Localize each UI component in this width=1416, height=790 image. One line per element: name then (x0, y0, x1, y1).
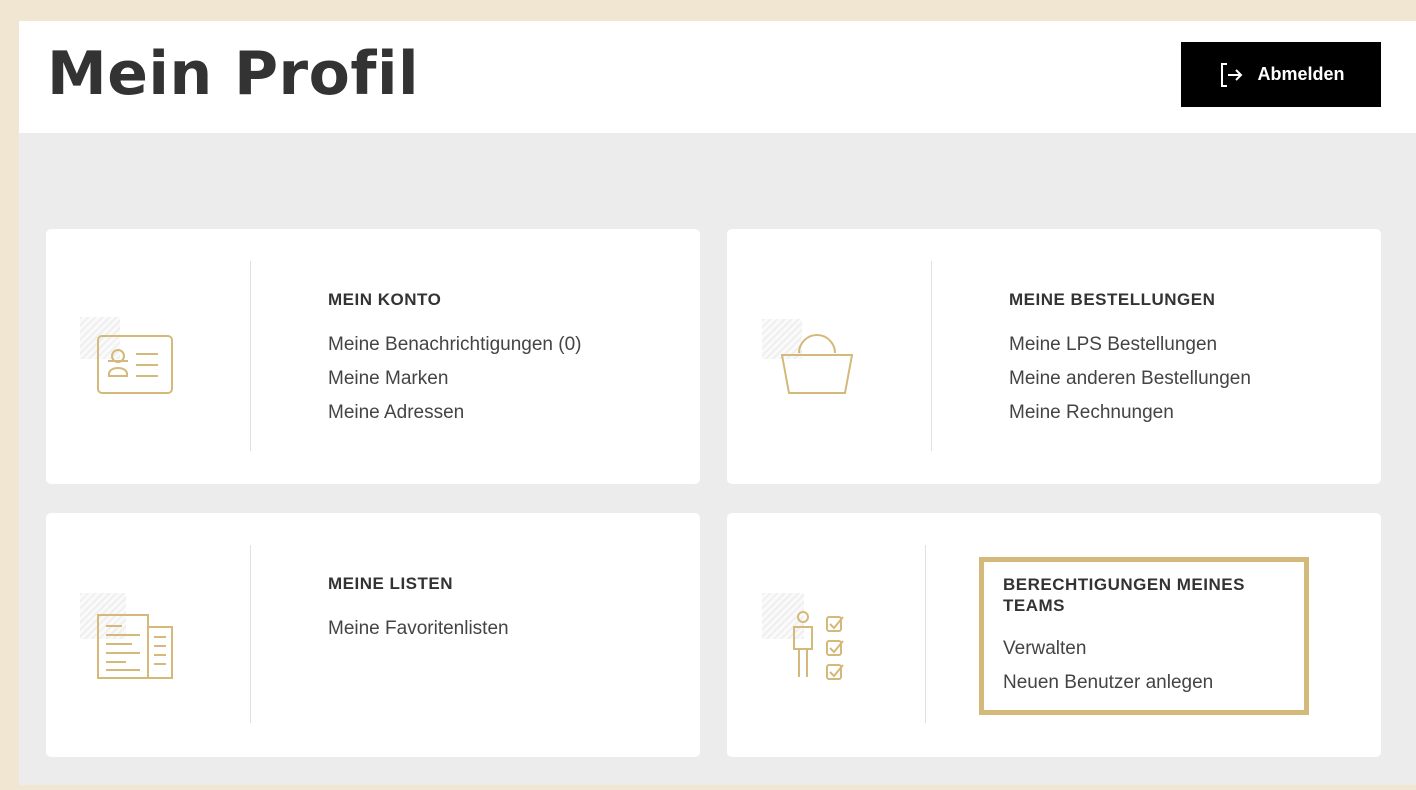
header: Mein Profil Abmelden (19, 21, 1416, 133)
link-marken[interactable]: Meine Marken (328, 362, 582, 396)
id-card-icon (97, 335, 173, 394)
card-mein-konto: MEIN KONTO Meine Benachrichtigungen (0) … (46, 229, 700, 484)
card-content: BERECHTIGUNGEN MEINES TEAMS Verwalten Ne… (1003, 574, 1303, 700)
logout-button[interactable]: Abmelden (1181, 42, 1381, 107)
card-divider (250, 261, 251, 451)
card-meine-bestellungen: MEINE BESTELLUNGEN Meine LPS Bestellunge… (727, 229, 1381, 484)
card-meine-listen: MEINE LISTEN Meine Favoritenlisten (46, 513, 700, 757)
card-divider (925, 545, 926, 723)
logout-label: Abmelden (1257, 64, 1345, 84)
page-frame: Mein Profil Abmelden MEIN KONTO Meine Be… (19, 21, 1416, 785)
user-checklist-icon (793, 611, 844, 680)
link-favoritenlisten[interactable]: Meine Favoritenlisten (328, 612, 509, 646)
card-content: MEINE LISTEN Meine Favoritenlisten (328, 573, 509, 646)
link-adressen[interactable]: Meine Adressen (328, 396, 582, 430)
link-rechnungen[interactable]: Meine Rechnungen (1009, 396, 1251, 430)
card-divider (250, 545, 251, 723)
shopping-basket-icon (780, 334, 854, 394)
card-title: BERECHTIGUNGEN MEINES TEAMS (1003, 575, 1245, 615)
page-title: Mein Profil (47, 39, 420, 109)
link-neuen-benutzer[interactable]: Neuen Benutzer anlegen (1003, 666, 1303, 700)
link-andere-bestellungen[interactable]: Meine anderen Bestellungen (1009, 362, 1251, 396)
logout-icon (1221, 62, 1243, 87)
card-divider (931, 261, 932, 451)
link-lps-bestellungen[interactable]: Meine LPS Bestellungen (1009, 328, 1251, 362)
card-berechtigungen-team: BERECHTIGUNGEN MEINES TEAMS Verwalten Ne… (727, 513, 1381, 757)
link-verwalten[interactable]: Verwalten (1003, 632, 1303, 666)
card-title: MEINE BESTELLUNGEN (1009, 290, 1216, 309)
link-benachrichtigungen[interactable]: Meine Benachrichtigungen (0) (328, 328, 582, 362)
card-title: MEIN KONTO (328, 290, 442, 309)
card-content: MEIN KONTO Meine Benachrichtigungen (0) … (328, 289, 582, 430)
documents-list-icon (97, 614, 173, 679)
card-content: MEINE BESTELLUNGEN Meine LPS Bestellunge… (1009, 289, 1251, 430)
card-title: MEINE LISTEN (328, 574, 454, 593)
